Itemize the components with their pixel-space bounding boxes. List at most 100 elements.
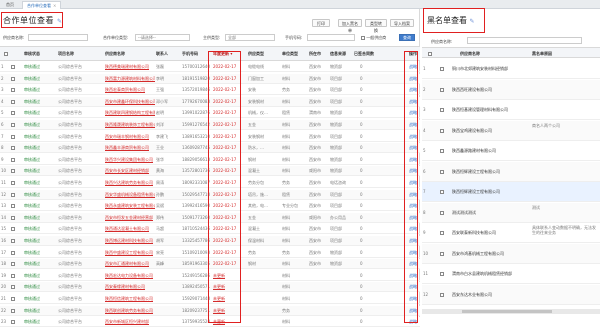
import-archive-button[interactable]: 导入档案 bbox=[390, 19, 414, 27]
row-checkbox[interactable] bbox=[440, 189, 444, 194]
row-checkbox[interactable] bbox=[11, 250, 15, 255]
cell-supplier[interactable]: 陕西鑫丰源商贸有限公司 bbox=[105, 145, 155, 151]
row-checkbox[interactable] bbox=[11, 99, 15, 104]
cell-supplier[interactable]: 陕西博远建材科技有限公司 bbox=[105, 238, 155, 244]
col-project[interactable]: 项目名称 bbox=[58, 51, 74, 57]
row-checkbox[interactable] bbox=[11, 145, 15, 151]
cell-supplier[interactable]: 西安市新城区恒兴建材部 bbox=[105, 319, 155, 325]
blacklist-row[interactable]: 6 陕西恒辉建设工程有限公司 bbox=[422, 161, 600, 182]
cell-supplier[interactable]: 西安华盛机械设备租赁有限公司 bbox=[105, 192, 155, 198]
cell-supplier[interactable]: 陕西建联四建钢结构工程有限公司 bbox=[105, 110, 155, 116]
row-checkbox[interactable] bbox=[440, 107, 444, 112]
row-checkbox[interactable] bbox=[11, 110, 15, 116]
col-source[interactable]: 信息来源 bbox=[330, 51, 346, 57]
row-checkbox[interactable] bbox=[440, 271, 444, 276]
cell-supplier[interactable]: 陕西兴达建筑劳务有限公司 bbox=[105, 180, 155, 186]
row-checkbox[interactable] bbox=[440, 128, 444, 133]
cell-supplier[interactable]: 陕西隆晟建筑装饰工程有限公司 bbox=[105, 122, 155, 128]
blacklist-row[interactable]: 1 铜川市北郊建筑安装材料经销部 bbox=[422, 59, 600, 79]
cell-supplier[interactable]: 陕西德美瑞建材有限公司 bbox=[105, 64, 155, 70]
cell-supplier[interactable]: 西安市长安区建材经销部 bbox=[105, 168, 155, 174]
row-checkbox[interactable] bbox=[11, 134, 15, 139]
row-checkbox[interactable] bbox=[11, 64, 15, 69]
row-checkbox[interactable] bbox=[11, 238, 15, 243]
phone-input[interactable] bbox=[307, 34, 355, 41]
row-checkbox[interactable] bbox=[11, 296, 15, 301]
row-checkbox[interactable] bbox=[11, 308, 15, 313]
row-checkbox[interactable] bbox=[11, 261, 15, 267]
col-contact[interactable]: 联系人 bbox=[156, 51, 168, 57]
row-checkbox[interactable] bbox=[11, 215, 15, 220]
row-checkbox[interactable] bbox=[11, 203, 15, 209]
cell-supplier[interactable]: 陕西华兴建设集团有限公司 bbox=[105, 157, 155, 163]
blacklist-row[interactable]: 7 陕西恒辉建设工程有限公司 bbox=[422, 182, 600, 202]
col-supplier[interactable]: 供应商名称 bbox=[105, 51, 125, 57]
scrollbar-thumb[interactable] bbox=[462, 310, 552, 313]
cell-supplier[interactable]: 陕西恒信建筑工程有限公司 bbox=[105, 296, 155, 302]
col-supply-type[interactable]: 供应类型 bbox=[248, 51, 264, 57]
row-checkbox[interactable] bbox=[440, 251, 444, 256]
row-checkbox[interactable] bbox=[440, 169, 444, 174]
add-blacklist-button[interactable]: 加入黑名单 bbox=[338, 19, 362, 33]
query-button[interactable]: 查询 bbox=[399, 34, 415, 41]
row-checkbox[interactable] bbox=[11, 273, 15, 278]
cell-supplier[interactable]: 陕西中盛建设工程有限公司 bbox=[105, 250, 155, 256]
type-convert-button[interactable]: 类型转换 bbox=[365, 19, 387, 33]
row-checkbox[interactable] bbox=[11, 87, 15, 93]
general-supplier-check[interactable]: 一般供应商 bbox=[361, 35, 386, 41]
row-checkbox[interactable] bbox=[11, 168, 15, 174]
col-phone[interactable]: 手机号码 bbox=[182, 51, 198, 57]
close-icon[interactable]: × bbox=[53, 3, 56, 8]
tab-home[interactable]: 首页 bbox=[2, 1, 18, 9]
blacklist-row[interactable]: 8 测试测试测试 测试 bbox=[422, 202, 600, 223]
row-checkbox[interactable] bbox=[11, 122, 15, 127]
horizontal-scrollbar[interactable] bbox=[422, 309, 600, 314]
blacklist-row[interactable]: 5 陕西鑫源路建材有限公司 bbox=[422, 141, 600, 161]
row-checkbox[interactable] bbox=[11, 157, 15, 162]
cell-supplier[interactable]: 西安市建鑫环保科技有限公司 bbox=[105, 99, 155, 105]
row-checkbox[interactable] bbox=[11, 226, 15, 232]
blacklist-row[interactable]: 3 陕西恒基建设管理材料有限公司 bbox=[422, 100, 600, 120]
blacklist-row[interactable]: 2 陕西西旺建设有限公司 bbox=[422, 79, 600, 100]
cell-supplier[interactable]: 陕西联创建筑劳务有限公司 bbox=[105, 308, 155, 314]
col-city[interactable]: 所在市 bbox=[309, 51, 321, 57]
row-checkbox[interactable] bbox=[11, 180, 15, 185]
row-checkbox[interactable] bbox=[440, 66, 444, 71]
blacklist-supplier-input[interactable] bbox=[467, 37, 582, 44]
col-blacklist-supplier[interactable]: 供应商名称 bbox=[460, 51, 480, 57]
row-checkbox[interactable] bbox=[11, 284, 15, 290]
select-all-checkbox[interactable] bbox=[428, 51, 432, 56]
blacklist-row[interactable]: 9 西安联泰新科技有限公司 具体联系人变动数据不明确，无法发生的往来业务 bbox=[422, 223, 600, 243]
row-checkbox[interactable] bbox=[11, 319, 15, 325]
cell-supplier[interactable]: 西安秦缘建材有限公司 bbox=[105, 284, 155, 290]
cell-supplier[interactable]: 陕西通达混凝土有限公司 bbox=[105, 226, 155, 232]
select-all-checkbox[interactable] bbox=[4, 51, 8, 56]
cell-supplier[interactable]: 陕西永盛建筑安装工程有限公司 bbox=[105, 203, 155, 209]
tab-partner-view[interactable]: 合作单位查看 × bbox=[22, 1, 62, 9]
col-audit-status[interactable]: 审核状态 bbox=[24, 51, 40, 57]
print-button[interactable]: 打印 bbox=[312, 19, 330, 27]
row-checkbox[interactable] bbox=[440, 148, 444, 153]
unit-type-select[interactable]: --请选择-- bbox=[135, 34, 190, 41]
cell-supplier[interactable]: 陕西宏达电力设备有限公司 bbox=[105, 273, 155, 279]
cell-supplier[interactable]: 西安市恒发五金建材经营部 bbox=[105, 215, 155, 221]
row-checkbox[interactable] bbox=[440, 292, 444, 297]
supplier-input[interactable] bbox=[28, 34, 88, 41]
row-checkbox[interactable] bbox=[440, 230, 444, 235]
cell-supplier[interactable]: 西安市瑞丰钢材有限公司 bbox=[105, 134, 155, 140]
col-blacklist-reason[interactable]: 黑名单原因 bbox=[532, 51, 552, 57]
blacklist-row[interactable]: 12 西安东达木业有限公司 bbox=[422, 284, 600, 305]
row-checkbox[interactable] bbox=[440, 87, 444, 92]
cell-supplier[interactable]: 陕西富力源建筑材料有限公司 bbox=[105, 76, 155, 82]
blacklist-row[interactable]: 4 陕西宝鸡建设有限公司 商名人两个公司 bbox=[422, 120, 600, 141]
cell-supplier[interactable]: 西安市汇通建材有限公司 bbox=[105, 261, 155, 267]
col-contract-count[interactable]: 已签合同数 bbox=[354, 51, 374, 57]
row-checkbox[interactable] bbox=[11, 192, 15, 197]
row-checkbox[interactable] bbox=[11, 76, 15, 81]
blacklist-row[interactable]: 10 西安市鸿基机械工程有限公司 bbox=[422, 243, 600, 264]
category-select[interactable]: 全部 bbox=[225, 34, 275, 41]
row-checkbox[interactable] bbox=[440, 210, 444, 215]
col-unit-type[interactable]: 单位类型 bbox=[282, 51, 298, 57]
cell-supplier[interactable]: 陕西宏泰商贸有限公司 bbox=[105, 87, 155, 93]
blacklist-row[interactable]: 11 渭南市白水县建筑机械租赁经销部 bbox=[422, 264, 600, 284]
